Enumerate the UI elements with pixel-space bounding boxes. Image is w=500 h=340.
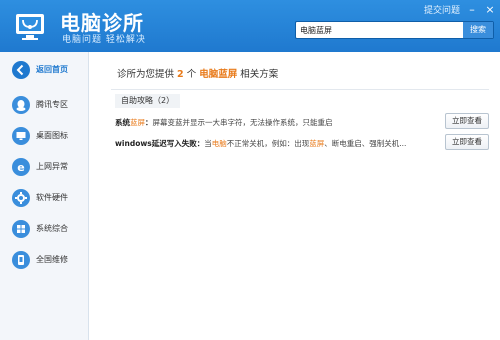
sidebar-item-internet[interactable]: e 上网异常 [0, 153, 88, 181]
view-now-button[interactable]: 立即查看 [445, 134, 489, 150]
result-desc-a: 当 [204, 139, 212, 148]
result-title-prefix[interactable]: 系统 [115, 118, 130, 127]
window-controls: 提交问题 – × [424, 3, 496, 16]
app-subtitle: 电脑问题 轻松解决 [62, 35, 146, 45]
close-icon[interactable]: × [484, 3, 496, 16]
result-row: 系统蓝屏：屏幕变蓝并显示一大串字符，无法操作系统，只能重启 立即查看 [115, 113, 489, 129]
result-title-highlight[interactable]: 蓝屏 [130, 118, 145, 127]
summary-prefix: 诊所为您提供 [117, 69, 175, 80]
result-text: 系统蓝屏：屏幕变蓝并显示一大串字符，无法操作系统，只能重启 [115, 117, 333, 128]
sidebar-item-label: 返回首页 [36, 65, 68, 74]
search-button[interactable]: 搜索 [463, 22, 493, 38]
sidebar-item-home[interactable]: 返回首页 [0, 56, 88, 84]
summary-unit: 个 [186, 69, 197, 80]
result-desc-c: 、断电重启、强制关机... [324, 139, 407, 148]
sidebar-item-desktop[interactable]: 桌面图标 [0, 122, 88, 150]
back-arrow-icon [12, 61, 30, 79]
windows-icon [12, 220, 30, 238]
search-box: 搜索 [295, 21, 494, 39]
summary-count: 2 [177, 69, 184, 80]
sidebar-item-tencent[interactable]: 腾讯专区 [0, 91, 88, 119]
summary-suffix: 相关方案 [240, 69, 279, 80]
view-now-button[interactable]: 立即查看 [445, 113, 489, 129]
result-desc-a: 屏幕变蓝并显示一大串字符，无法操作系统，只能重启 [152, 118, 333, 127]
desktop-icon [12, 127, 30, 145]
svg-text:e: e [17, 161, 24, 174]
software-hardware-icon [12, 189, 30, 207]
result-title-prefix[interactable]: windows延迟写入失败 [115, 139, 197, 148]
sidebar-item-label: 腾讯专区 [36, 100, 68, 109]
sidebar-item-label: 系统综合 [36, 224, 68, 233]
result-desc-b: 不正常关机，例如：出现 [226, 139, 310, 148]
summary-keyword: 电脑蓝屏 [199, 69, 238, 80]
sidebar-item-label: 全国维修 [36, 255, 68, 264]
result-desc-highlight: 电脑 [211, 139, 227, 148]
result-title-suffix: ： [145, 118, 153, 127]
divider [111, 89, 489, 90]
sidebar-item-label: 软件硬件 [36, 193, 68, 202]
monitor-stethoscope-logo-icon [16, 14, 44, 40]
section-title: 自助攻略（2） [115, 94, 181, 108]
sidebar-item-label: 上网异常 [36, 162, 68, 171]
app-window: 电脑诊所 电脑问题 轻松解决 提交问题 – × 搜索 返回首页 腾讯专区 [0, 0, 500, 340]
sidebar-item-software-hardware[interactable]: 软件硬件 [0, 184, 88, 212]
result-text: windows延迟写入失败：当电脑不正常关机，例如：出现蓝屏、断电重启、强制关机… [115, 138, 406, 149]
minimize-icon[interactable]: – [466, 3, 478, 16]
result-desc-highlight-2: 蓝屏 [309, 139, 325, 148]
sidebar-item-repair[interactable]: 全国维修 [0, 246, 88, 274]
sidebar-item-label: 桌面图标 [36, 131, 68, 140]
result-summary: 诊所为您提供 2 个 电脑蓝屏 相关方案 [117, 66, 278, 80]
sidebar-item-system[interactable]: 系统综合 [0, 215, 88, 243]
repair-icon [12, 251, 30, 269]
internet-icon: e [12, 158, 30, 176]
result-row: windows延迟写入失败：当电脑不正常关机，例如：出现蓝屏、断电重启、强制关机… [115, 134, 489, 150]
sidebar: 返回首页 腾讯专区 桌面图标 e 上网异常 软件硬件 系统综合 全国维修 [0, 52, 89, 340]
main-panel: 诊所为您提供 2 个 电脑蓝屏 相关方案 自助攻略（2） 系统蓝屏：屏幕变蓝并显… [89, 52, 500, 340]
tencent-icon [12, 96, 30, 114]
search-input[interactable] [296, 22, 462, 38]
feedback-link[interactable]: 提交问题 [424, 3, 460, 16]
header-bar: 电脑诊所 电脑问题 轻松解决 提交问题 – × 搜索 [0, 0, 500, 52]
